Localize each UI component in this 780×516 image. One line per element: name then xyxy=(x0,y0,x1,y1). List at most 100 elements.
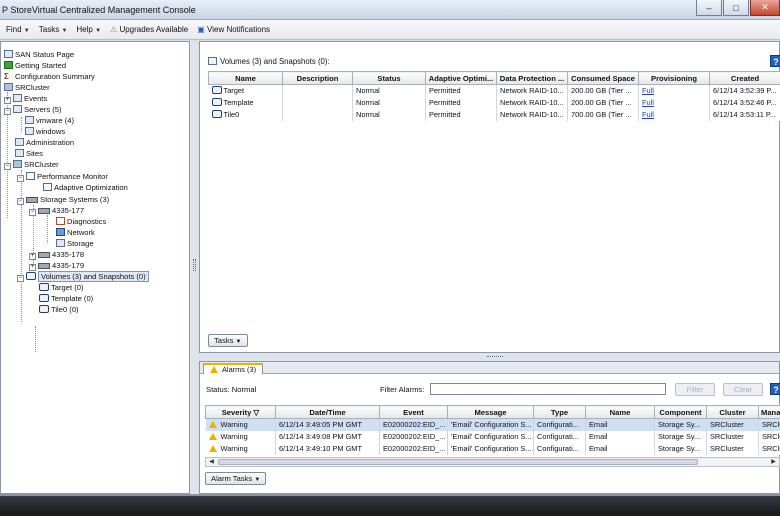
alarm-severity-cell: Warning xyxy=(205,442,276,455)
tab-alarms[interactable]: Alarms (3) xyxy=(203,363,264,374)
expand-icon[interactable]: + xyxy=(4,97,11,104)
tree-item-volume-template[interactable]: Template (0) xyxy=(39,293,93,304)
tree-item-diagnostics[interactable]: Diagnostics xyxy=(56,216,106,227)
volume-consumed-cell: 700.00 GB (Tier ... xyxy=(567,108,639,121)
vertical-splitter[interactable] xyxy=(190,41,199,494)
column-header-consumed-space[interactable]: Consumed Space xyxy=(567,71,639,85)
table-row[interactable]: Warning 6/12/14 3:49:05 PM GMT E02000202… xyxy=(205,418,780,431)
view-notifications-button[interactable]: ▣ View Notifications xyxy=(197,25,270,34)
storage-systems-icon xyxy=(26,197,38,203)
tree-item-storage-systems[interactable]: − Storage Systems (3) xyxy=(17,194,109,205)
volume-created-cell: 6/12/14 3:52:39 P... xyxy=(709,84,780,97)
column-header-datetime[interactable]: Date/Time xyxy=(275,405,380,419)
tree-item-storage[interactable]: Storage xyxy=(56,238,94,249)
scrollbar-thumb[interactable] xyxy=(218,459,698,465)
column-header-severity[interactable]: Severity ▽ xyxy=(205,405,276,419)
chart-icon xyxy=(43,183,52,191)
column-header-component[interactable]: Component xyxy=(654,405,707,419)
tree-item-srcluster[interactable]: − SRCluster xyxy=(4,159,59,170)
alarm-type-cell: Configurati... xyxy=(533,418,586,431)
tree-item-events[interactable]: + Events xyxy=(4,93,47,104)
chevron-down-icon: ▼ xyxy=(23,28,30,34)
tree-item-srcluster-group[interactable]: SRCluster xyxy=(4,82,50,93)
column-header-event[interactable]: Event xyxy=(379,405,448,419)
column-header-status[interactable]: Status xyxy=(352,71,426,85)
close-button[interactable]: ✕ xyxy=(750,0,780,16)
provisioning-link[interactable]: Full xyxy=(642,110,654,119)
table-row[interactable]: Target Normal Permitted Network RAID-10.… xyxy=(208,84,780,97)
upgrades-available-button[interactable]: ⚠ Upgrades Available xyxy=(110,25,188,34)
column-header-created[interactable]: Created xyxy=(709,71,780,85)
menu-find[interactable]: Find ▼ xyxy=(6,25,30,34)
column-header-data-protection[interactable]: Data Protection ... xyxy=(496,71,568,85)
collapse-icon[interactable]: − xyxy=(17,275,24,282)
volumes-help-button[interactable]: ? xyxy=(770,55,780,67)
column-header-description[interactable]: Description xyxy=(282,71,353,85)
alarms-horizontal-scrollbar[interactable]: ◀ ▶ xyxy=(205,457,780,467)
scroll-left-icon[interactable]: ◀ xyxy=(207,458,216,466)
column-header-cluster[interactable]: Cluster xyxy=(706,405,759,419)
horizontal-splitter[interactable] xyxy=(199,353,780,361)
provisioning-link[interactable]: Full xyxy=(642,86,654,95)
menu-help[interactable]: Help ▼ xyxy=(76,25,101,34)
tree-item-network[interactable]: Network xyxy=(56,227,95,238)
collapse-icon[interactable]: − xyxy=(29,209,36,216)
column-header-provisioning[interactable]: Provisioning xyxy=(638,71,710,85)
collapse-icon[interactable]: − xyxy=(4,108,11,115)
expand-icon[interactable]: + xyxy=(29,264,36,271)
volumes-table-header: Name Description Status Adaptive Optimi.… xyxy=(208,71,780,85)
collapse-icon[interactable]: − xyxy=(4,163,11,170)
alarm-tasks-button[interactable]: Alarm Tasks ▼ xyxy=(205,472,267,485)
column-header-adaptive-optimization[interactable]: Adaptive Optimi... xyxy=(425,71,497,85)
volume-name-cell: Target xyxy=(208,84,283,97)
volume-protection-cell: Network RAID-10... xyxy=(496,96,568,109)
table-row[interactable]: Tile0 Normal Permitted Network RAID-10..… xyxy=(208,108,780,121)
alarms-help-button[interactable]: ? xyxy=(770,383,780,395)
tree-item-adaptive-optimization[interactable]: Adaptive Optimization xyxy=(43,182,128,193)
tree-line xyxy=(47,215,48,243)
column-header-type[interactable]: Type xyxy=(533,405,586,419)
tree-item-storage-system-178[interactable]: +4335-178 xyxy=(29,249,84,260)
tree-item-configuration-summary[interactable]: Σ Configuration Summary xyxy=(4,71,95,82)
tree-item-server-vmware[interactable]: vmware (4) xyxy=(25,115,74,126)
tree-item-server-windows[interactable]: windows xyxy=(25,126,65,137)
volume-protection-cell: Network RAID-10... xyxy=(496,84,568,97)
volume-description-cell xyxy=(282,96,353,109)
filter-alarms-input[interactable] xyxy=(430,383,666,395)
column-header-message[interactable]: Message xyxy=(447,405,534,419)
tree-item-servers[interactable]: − Servers (5) xyxy=(4,104,62,115)
tree-item-volume-tile0[interactable]: Tile0 (0) xyxy=(39,304,79,315)
warning-icon: ⚠ xyxy=(110,25,118,34)
tasks-button[interactable]: Tasks ▼ xyxy=(208,334,248,347)
tree-item-getting-started[interactable]: Getting Started xyxy=(4,60,66,71)
column-header-name[interactable]: Name xyxy=(208,71,283,85)
tree-item-storage-system-177[interactable]: −4335-177 xyxy=(29,205,84,216)
column-header-name[interactable]: Name xyxy=(585,405,655,419)
tree-item-administration[interactable]: Administration xyxy=(15,137,74,148)
collapse-icon[interactable]: − xyxy=(17,198,24,205)
expand-icon[interactable]: + xyxy=(29,253,36,260)
maximize-button[interactable]: □ xyxy=(723,0,749,16)
alarm-datetime-cell: 6/12/14 3:49:08 PM GMT xyxy=(275,430,380,443)
filter-button[interactable]: Filter xyxy=(675,383,715,396)
tree-item-volume-target[interactable]: Target (0) xyxy=(39,282,84,293)
column-header-management-group[interactable]: Mana xyxy=(758,405,780,419)
table-row[interactable]: Warning 6/12/14 3:49:10 PM GMT E02000202… xyxy=(205,442,780,455)
alarm-message-cell: 'Email' Configuration S... xyxy=(447,418,534,431)
tree-item-performance-monitor[interactable]: − Performance Monitor xyxy=(17,171,108,182)
table-row[interactable]: Template Normal Permitted Network RAID-1… xyxy=(208,96,780,109)
menu-tasks[interactable]: Tasks ▼ xyxy=(39,25,68,34)
filter-alarms-label: Filter Alarms: xyxy=(380,385,425,394)
provisioning-link[interactable]: Full xyxy=(642,98,654,107)
minimize-button[interactable]: – xyxy=(696,0,722,16)
volume-icon xyxy=(39,283,49,291)
tree-item-san-status-page[interactable]: SAN Status Page xyxy=(4,49,74,60)
tree-item-volumes-and-snapshots[interactable]: − Volumes (3) and Snapshots (0) xyxy=(17,271,149,282)
collapse-icon[interactable]: − xyxy=(17,175,24,182)
scroll-right-icon[interactable]: ▶ xyxy=(769,458,778,466)
table-row[interactable]: Warning 6/12/14 3:49:08 PM GMT E02000202… xyxy=(205,430,780,443)
alarm-management-group-cell: SRClu xyxy=(758,418,780,431)
tree-item-storage-system-179[interactable]: +4335-179 xyxy=(29,260,84,271)
clear-filter-button[interactable]: Clear xyxy=(723,383,763,396)
tree-item-sites[interactable]: Sites xyxy=(15,148,43,159)
